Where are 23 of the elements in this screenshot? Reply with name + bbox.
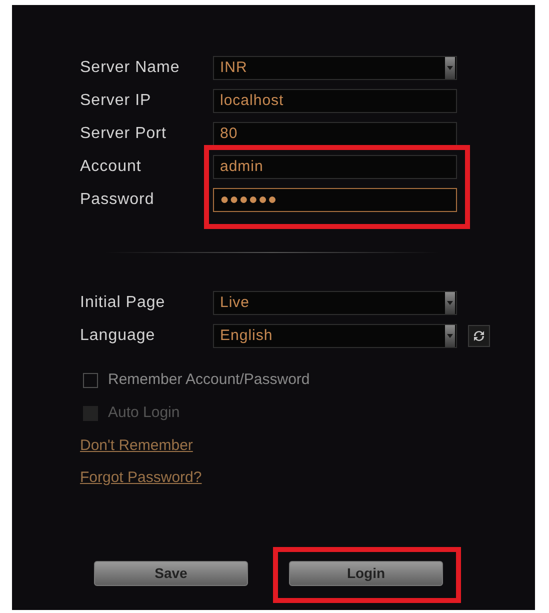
- refresh-button[interactable]: [468, 325, 490, 347]
- field-label: Server Port: [80, 124, 168, 144]
- button[interactable]: Save: [94, 561, 248, 586]
- dropdown[interactable]: INR: [213, 56, 457, 80]
- link[interactable]: Don't Remember: [80, 435, 193, 458]
- checkbox[interactable]: [83, 372, 98, 388]
- input-field[interactable]: 80: [213, 122, 457, 146]
- field-label: Account: [80, 157, 142, 177]
- input-field[interactable]: localhost: [213, 89, 457, 113]
- button[interactable]: Login: [289, 561, 443, 586]
- field-label: Server Name: [80, 58, 181, 78]
- refresh-icon: [472, 329, 486, 343]
- link[interactable]: Forgot Password?: [80, 466, 202, 489]
- dropdown[interactable]: English: [213, 324, 457, 348]
- input-field[interactable]: admin: [213, 155, 457, 179]
- checkbox-label: Remember Account/Password: [108, 370, 310, 390]
- dropdown[interactable]: Live: [213, 291, 457, 315]
- field-label: Language: [80, 326, 156, 346]
- input-field[interactable]: ●●●●●●: [213, 188, 457, 212]
- checkbox-label: Auto Login: [108, 402, 180, 423]
- field-label: Password: [80, 190, 156, 210]
- field-label: Server IP: [80, 91, 152, 111]
- field-label: Initial Page: [80, 293, 166, 313]
